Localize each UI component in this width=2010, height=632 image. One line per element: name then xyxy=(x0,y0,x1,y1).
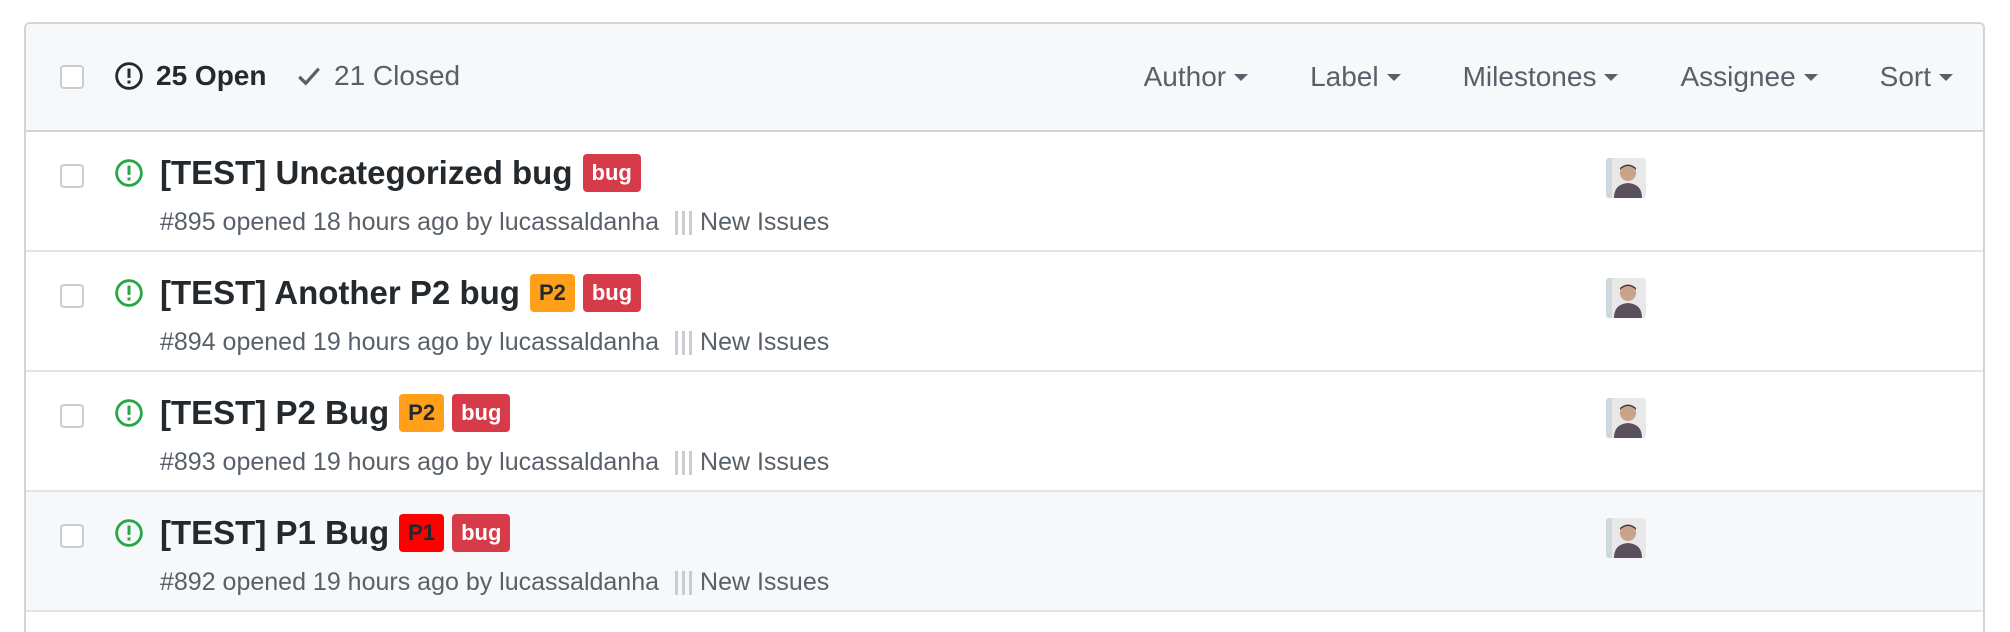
milestones-filter-label: Milestones xyxy=(1462,61,1597,92)
milestone-link[interactable]: New Issues xyxy=(700,568,829,597)
open-count-label: 25 Open xyxy=(156,60,267,91)
select-all-checkbox[interactable] xyxy=(60,65,84,89)
label-filter-label: Label xyxy=(1310,61,1379,92)
milestone-link[interactable]: New Issues xyxy=(700,208,829,237)
avatar-image xyxy=(1606,518,1646,558)
issue-opened-icon xyxy=(115,279,143,307)
issue-row[interactable]: [TEST] Another P2 bug P2 bug #894 opened… xyxy=(26,252,1983,372)
milestone-icon xyxy=(675,450,693,475)
label-p1[interactable]: P1 xyxy=(399,514,445,552)
label-p2[interactable]: P2 xyxy=(399,394,445,432)
issue-title-link[interactable]: [TEST] Another P2 bug xyxy=(160,274,520,312)
label-bug[interactable]: bug xyxy=(582,274,642,312)
label-p2[interactable]: P2 xyxy=(529,274,575,312)
chevron-down-icon xyxy=(1234,73,1249,81)
chevron-down-icon xyxy=(1939,73,1953,81)
issue-row[interactable]: [TEST] Uncategorized bug bug #895 opened… xyxy=(26,132,1983,252)
issue-row[interactable]: [TEST] P1 Bug P1 bug #892 opened 19 hour… xyxy=(26,492,1983,612)
filter-bar: Author Label Milestones Assignee Sort xyxy=(1082,24,1953,130)
assignee-filter-label: Assignee xyxy=(1680,61,1796,92)
issue-opened-icon xyxy=(115,519,143,547)
issue-opened-icon xyxy=(115,62,143,90)
issue-opened-icon xyxy=(115,159,143,187)
assignee-filter-dropdown[interactable]: Assignee xyxy=(1680,61,1818,93)
label-bug[interactable]: bug xyxy=(582,154,641,192)
issue-meta: #894 opened 19 hours ago by lucassaldanh… xyxy=(160,328,829,357)
issue-checkbox[interactable] xyxy=(60,524,84,548)
issue-checkbox[interactable] xyxy=(60,284,84,308)
milestones-filter-dropdown[interactable]: Milestones xyxy=(1463,61,1619,93)
issue-meta: #893 opened 19 hours ago by lucassaldanh… xyxy=(160,448,829,477)
issue-meta-text: #893 opened 19 hours ago by lucassaldanh… xyxy=(160,448,660,476)
label-filter-dropdown[interactable]: Label xyxy=(1310,61,1401,93)
issue-title-group: [TEST] Another P2 bug P2 bug xyxy=(160,274,642,312)
issue-title-group: [TEST] P1 Bug P1 bug xyxy=(160,514,511,552)
issues-list-panel: 25 Open 21 Closed Author Label Milestone… xyxy=(24,22,1985,632)
assignee-avatar[interactable] xyxy=(1606,158,1646,198)
milestone-icon xyxy=(675,210,693,235)
milestone-icon xyxy=(675,330,693,355)
issue-title-link[interactable]: [TEST] Uncategorized bug xyxy=(160,154,573,192)
assignee-avatar[interactable] xyxy=(1606,278,1646,318)
issue-meta-text: #894 opened 19 hours ago by lucassaldanh… xyxy=(160,328,660,356)
issue-opened-icon xyxy=(115,399,143,427)
issue-meta: #892 opened 19 hours ago by lucassaldanh… xyxy=(160,568,829,597)
sort-label: Sort xyxy=(1879,61,1931,92)
issue-row[interactable]: [TEST] P2 Bug P2 bug #893 opened 19 hour… xyxy=(26,372,1983,492)
milestone-icon xyxy=(675,570,693,595)
closed-issues-toggle[interactable]: 21 Closed xyxy=(296,60,460,92)
issue-meta-text: #892 opened 19 hours ago by lucassaldanh… xyxy=(160,568,660,596)
author-filter-label: Author xyxy=(1143,61,1227,92)
author-filter-dropdown[interactable]: Author xyxy=(1144,61,1249,93)
issue-checkbox[interactable] xyxy=(60,404,84,428)
milestone-link[interactable]: New Issues xyxy=(700,328,829,357)
issue-title-link[interactable]: [TEST] P1 Bug xyxy=(160,514,389,552)
issues-list-header: 25 Open 21 Closed Author Label Milestone… xyxy=(26,24,1983,132)
issue-title-group: [TEST] P2 Bug P2 bug xyxy=(160,394,511,432)
avatar-image xyxy=(1606,278,1646,318)
issue-meta: #895 opened 18 hours ago by lucassaldanh… xyxy=(160,208,829,237)
issue-title-group: [TEST] Uncategorized bug bug xyxy=(160,154,641,192)
assignee-avatar[interactable] xyxy=(1606,518,1646,558)
chevron-down-icon xyxy=(1803,73,1818,81)
chevron-down-icon xyxy=(1604,73,1619,81)
sort-dropdown[interactable]: Sort xyxy=(1880,61,1953,93)
avatar-image xyxy=(1606,158,1646,198)
assignee-avatar[interactable] xyxy=(1606,398,1646,438)
avatar-image xyxy=(1606,398,1646,438)
chevron-down-icon xyxy=(1386,73,1401,81)
issue-title-link[interactable]: [TEST] P2 Bug xyxy=(160,394,389,432)
milestone-link[interactable]: New Issues xyxy=(700,448,829,477)
label-bug[interactable]: bug xyxy=(452,514,511,552)
open-issues-toggle[interactable]: 25 Open xyxy=(114,60,266,92)
issue-checkbox[interactable] xyxy=(60,164,84,188)
closed-count-label: 21 Closed xyxy=(334,60,461,91)
check-icon xyxy=(298,67,320,86)
label-bug[interactable]: bug xyxy=(452,394,511,432)
issue-meta-text: #895 opened 18 hours ago by lucassaldanh… xyxy=(160,208,660,236)
